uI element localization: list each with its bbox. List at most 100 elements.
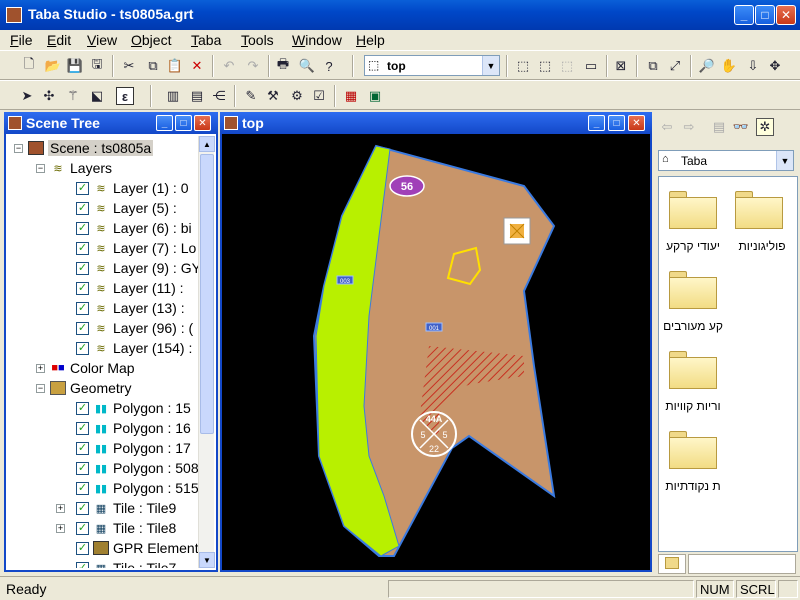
properties-icon[interactable]: ✎ [242, 87, 260, 105]
library-tab-empty[interactable] [688, 554, 796, 574]
print-icon[interactable]: 🖶 [274, 56, 292, 75]
resize-grip[interactable] [778, 580, 798, 598]
tree-expander[interactable]: + [36, 364, 45, 373]
layer-checkbox[interactable]: ✓ [76, 321, 89, 335]
polygon-checkbox[interactable]: ✓ [76, 461, 89, 475]
view-wire-icon[interactable]: ⬚ [536, 57, 554, 75]
polygon-checkbox[interactable]: ✓ [76, 481, 89, 495]
folder-label[interactable]: קע מעורבים [661, 319, 725, 333]
folder-up-icon[interactable]: ▤ [710, 118, 728, 136]
menu-help[interactable]: Help [356, 32, 385, 48]
view-combo[interactable]: ⬚ top ▼ [364, 55, 500, 76]
tree-item-tile[interactable]: ✓ ▦ Tile : Tile9 [76, 498, 176, 518]
binoculars-icon[interactable]: 👓 [732, 118, 750, 136]
layer-checkbox[interactable]: ✓ [76, 241, 89, 255]
tree-item-polygon[interactable]: ✓ ▮▮ Polygon : 515 [76, 478, 199, 498]
delete-icon[interactable]: ✕ [188, 57, 206, 75]
scene-tree-minimize-button[interactable]: _ [156, 115, 173, 131]
building-icon[interactable]: ▦ [342, 87, 360, 105]
app-icon[interactable] [6, 7, 22, 23]
snap-icon[interactable]: ⬕ [88, 87, 106, 105]
check-icon[interactable]: ☑ [310, 87, 328, 105]
tree-item-color-map[interactable]: ■ ■ Color Map [50, 358, 134, 378]
tree-item-polygon[interactable]: ✓ ▮▮ Polygon : 17 [76, 438, 191, 458]
zoom-extents-icon[interactable]: ⊠ [612, 57, 630, 75]
menu-edit[interactable]: Edit [47, 32, 71, 48]
tree-item-scene[interactable]: Scene : ts0805a [28, 138, 154, 158]
folder-icon[interactable] [669, 351, 717, 389]
scene-tree-close-button[interactable]: ✕ [194, 115, 211, 131]
library-tab[interactable] [658, 554, 686, 574]
panel-right-icon[interactable]: ▤ [188, 87, 206, 105]
folder-label[interactable]: וריות קוויות [661, 399, 725, 413]
favorites-icon[interactable]: ✲ [756, 118, 774, 136]
scroll-down-icon[interactable]: ▼ [199, 552, 215, 568]
tree-item-gpr[interactable]: ✓ GPR Element [76, 538, 199, 558]
tree-icon[interactable]: ⋲ [210, 87, 228, 105]
tree-item-layers[interactable]: ≋ Layers [50, 158, 112, 178]
folder-label[interactable]: פוליגוניות [727, 239, 797, 253]
vertex-icon[interactable]: ⚚ [64, 87, 82, 105]
arrow-down-icon[interactable]: ⇩ [744, 57, 762, 75]
tools-icon[interactable]: ⚒ [264, 87, 282, 105]
folder-icon[interactable] [669, 431, 717, 469]
window-tile-icon[interactable]: ⧉ [644, 57, 662, 75]
panel-left-icon[interactable]: ▥ [164, 87, 182, 105]
node-edit-icon[interactable]: ✣ [40, 87, 58, 105]
layer-checkbox[interactable]: ✓ [76, 341, 89, 355]
tree-item-layer[interactable]: ✓ ≋ Layer (96) : ( [76, 318, 193, 338]
menu-view[interactable]: View [87, 32, 117, 48]
tree-item-layer[interactable]: ✓ ≋ Layer (9) : GY [76, 258, 201, 278]
maximize-button[interactable]: □ [755, 5, 775, 25]
menu-taba[interactable]: Taba [191, 32, 221, 48]
close-button[interactable]: ✕ [776, 5, 796, 25]
tree-scrollbar[interactable]: ▲ ▼ [198, 136, 215, 568]
resize-icon[interactable]: ⤢ [666, 57, 684, 75]
tree-item-layer[interactable]: ✓ ≋ Layer (154) : [76, 338, 192, 358]
new-file-icon[interactable]: 🗋 [20, 56, 38, 75]
chevron-down-icon[interactable]: ▼ [482, 56, 499, 75]
gpr-checkbox[interactable]: ✓ [76, 541, 89, 555]
tree-item-layer[interactable]: ✓ ≋ Layer (5) : [76, 198, 177, 218]
forward-arrow-icon[interactable]: ⇨ [680, 118, 698, 136]
tree-item-layer[interactable]: ✓ ≋ Layer (11) : [76, 278, 184, 298]
layer-checkbox[interactable]: ✓ [76, 281, 89, 295]
minimize-button[interactable]: _ [734, 5, 754, 25]
tree-item-polygon[interactable]: ✓ ▮▮ Polygon : 16 [76, 418, 191, 438]
folder-icon[interactable] [669, 191, 717, 229]
magnifier-icon[interactable]: 🔎 [698, 57, 716, 75]
redo-icon[interactable]: ↷ [244, 57, 262, 75]
tree-expander[interactable]: + [56, 504, 65, 513]
scene-tree-maximize-button[interactable]: □ [175, 115, 192, 131]
folder-icon[interactable] [669, 271, 717, 309]
tile-checkbox[interactable]: ✓ [76, 521, 89, 535]
view-solid-icon[interactable]: ⬚ [558, 57, 576, 75]
tree-item-layer[interactable]: ✓ ≋ Layer (6) : bi [76, 218, 192, 238]
tree-expander[interactable]: − [14, 144, 23, 153]
tree-expander[interactable]: − [36, 384, 45, 393]
tree-scroll-thumb[interactable] [200, 154, 214, 434]
layers-stack-icon[interactable]: ▣ [366, 87, 384, 105]
tree-item-polygon[interactable]: ✓ ▮▮ Polygon : 508 [76, 458, 199, 478]
menu-tools[interactable]: Tools [241, 32, 274, 48]
menu-object[interactable]: Object [131, 32, 171, 48]
view-box-icon[interactable]: ⬚ [514, 57, 532, 75]
folder-label[interactable]: יעודי קרקע [661, 239, 725, 253]
polygon-checkbox[interactable]: ✓ [76, 421, 89, 435]
layer-checkbox[interactable]: ✓ [76, 301, 89, 315]
polygon-checkbox[interactable]: ✓ [76, 441, 89, 455]
view-minimize-button[interactable]: _ [588, 115, 605, 131]
folder-icon[interactable] [735, 191, 783, 229]
library-combo[interactable]: ⌂ Taba ▼ [658, 150, 794, 171]
folder-label[interactable]: ת נקודתיות [661, 479, 725, 493]
map-canvas[interactable]: 56 003 001 44A 5 5 22 [224, 136, 648, 568]
menu-window[interactable]: Window [292, 32, 342, 48]
tree-item-geometry[interactable]: Geometry [50, 378, 131, 398]
tree-item-polygon[interactable]: ✓ ▮▮ Polygon : 15 [76, 398, 191, 418]
help-icon[interactable]: ? [320, 57, 338, 75]
tree-item-layer[interactable]: ✓ ≋ Layer (7) : Lo [76, 238, 196, 258]
pan-hand-icon[interactable]: ✋ [720, 57, 738, 75]
tree-item-tile[interactable]: ✓ ▦ Tile : Tile8 [76, 518, 176, 538]
cut-icon[interactable]: ✂ [120, 57, 138, 75]
tile-checkbox[interactable]: ✓ [76, 561, 89, 568]
